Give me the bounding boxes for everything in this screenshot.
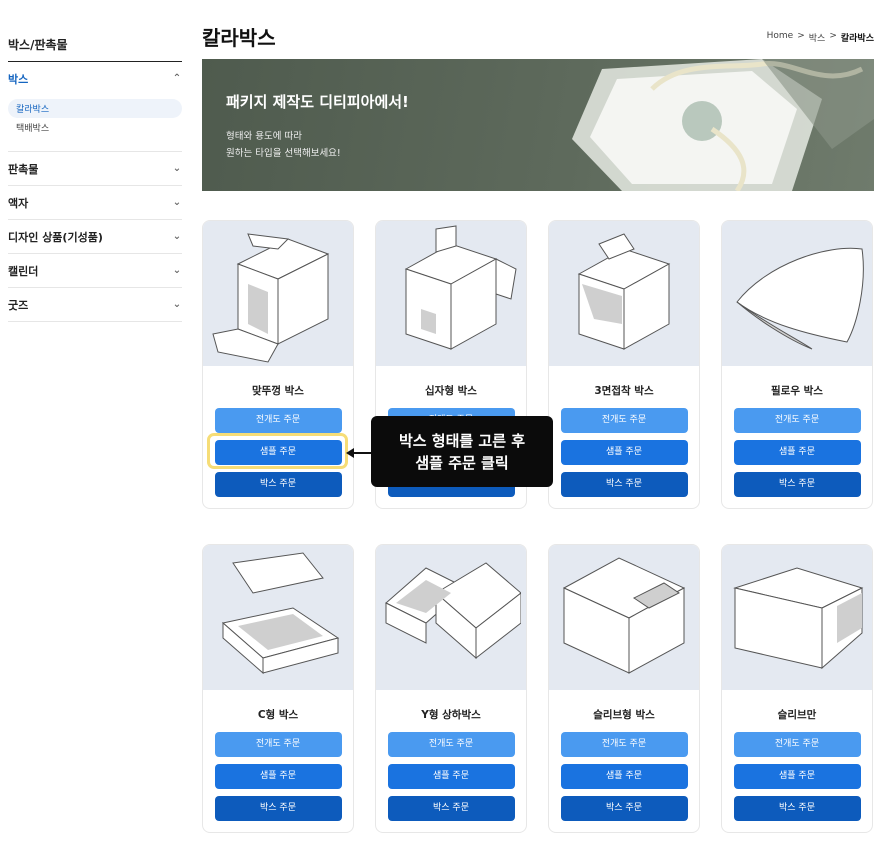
sidebar-item-goods[interactable]: 굿즈 ⌄ [8,288,182,321]
sidebar-item-frame[interactable]: 액자 ⌄ [8,186,182,219]
sidebar-subitem-delivery-box[interactable]: 택배박스 [8,118,182,137]
chevron-down-icon: ⌄ [172,265,182,276]
box-order-button[interactable]: 박스 주문 [560,472,688,497]
dieline-order-button[interactable]: 전개도 주문 [560,408,688,433]
dieline-order-button[interactable]: 전개도 주문 [733,732,861,757]
sample-order-button[interactable]: 샘플 주문 [560,440,688,465]
banner-subtext-line: 원하는 타입을 선택해보세요! [226,148,341,159]
sidebar-section-frame: 액자 ⌄ [8,186,182,220]
sample-order-button[interactable]: 샘플 주문 [560,764,688,789]
product-card: 3면접착 박스 전개도 주문 샘플 주문 박스 주문 [548,220,700,509]
sidebar-subitem-color-box[interactable]: 칼라박스 [8,99,182,118]
breadcrumb-current: 칼라박스 [840,34,874,44]
card-image [549,545,699,690]
box-order-button[interactable]: 박스 주문 [733,472,861,497]
chevron-down-icon: ⌄ [172,163,182,174]
breadcrumb-box[interactable]: 박스 [809,31,826,44]
card-image [376,221,526,366]
sidebar-section-promo: 판촉물 ⌄ [8,152,182,186]
box-order-button[interactable]: 박스 주문 [387,796,515,821]
product-card: C형 박스 전개도 주문 샘플 주문 박스 주문 [202,544,354,833]
dieline-order-button[interactable]: 전개도 주문 [214,732,342,757]
card-image [549,221,699,366]
sidebar-title: 박스/판촉물 [8,28,182,62]
chevron-down-icon: ⌄ [172,299,182,310]
box-order-button[interactable]: 박스 주문 [733,796,861,821]
arrow-left-icon [346,448,374,458]
chevron-up-icon: ⌃ [172,73,182,84]
sidebar-section-calendar: 캘린더 ⌄ [8,254,182,288]
sidebar-item-label: 판촉물 [8,162,39,176]
breadcrumb-home[interactable]: Home [767,31,794,44]
banner-subtext: 형태와 용도에 따라 원하는 타입을 선택해보세요! [226,128,341,162]
dieline-order-button[interactable]: 전개도 주문 [733,408,861,433]
box-order-button[interactable]: 박스 주문 [560,796,688,821]
breadcrumb-separator: > [797,31,805,41]
sidebar: 박스/판촉물 박스 ⌃ 칼라박스 택배박스 판촉물 ⌄ 액자 ⌄ 디자인 상품(… [8,28,182,322]
product-name: 맞뚜껑 박스 [252,385,304,397]
sidebar-item-promo[interactable]: 판촉물 ⌄ [8,152,182,185]
sidebar-item-label: 굿즈 [8,298,29,312]
sample-order-button[interactable]: 샘플 주문 [387,764,515,789]
product-card: 맞뚜껑 박스 전개도 주문 샘플 주문 박스 주문 [202,220,354,509]
sample-order-button[interactable]: 샘플 주문 [214,764,342,789]
product-card: 필로우 박스 전개도 주문 샘플 주문 박스 주문 [721,220,873,509]
product-name: 3면접착 박스 [594,385,654,397]
sample-order-button[interactable]: 샘플 주문 [214,440,342,465]
box-order-button[interactable]: 박스 주문 [214,796,342,821]
card-image [722,545,872,690]
sidebar-item-calendar[interactable]: 캘린더 ⌄ [8,254,182,287]
sidebar-section-goods: 굿즈 ⌄ [8,288,182,322]
sidebar-item-label: 디자인 상품(기성품) [8,230,103,244]
product-name: 슬리브형 박스 [593,709,655,721]
box-order-button[interactable]: 박스 주문 [214,472,342,497]
cross-box-icon [404,224,517,350]
sidebar-item-label: 박스 [8,72,29,86]
sleeve-drawer-box-icon [562,556,686,674]
sidebar-item-label: 액자 [8,196,29,210]
sample-order-button[interactable]: 샘플 주문 [733,440,861,465]
package-photo-icon [572,59,874,191]
page-title: 칼라박스 [202,26,276,50]
product-name: 슬리브만 [777,709,817,721]
product-card: 슬리브만 전개도 주문 샘플 주문 박스 주문 [721,544,873,833]
dieline-order-button[interactable]: 전개도 주문 [214,408,342,433]
callout-line: 박스 형태를 고른 후 [398,431,526,450]
callout-line: 샘플 주문 클릭 [415,453,509,472]
sample-order-button[interactable]: 샘플 주문 [733,764,861,789]
product-name: Y형 상하박스 [421,709,481,721]
product-card: 슬리브형 박스 전개도 주문 샘플 주문 박스 주문 [548,544,700,833]
chevron-down-icon: ⌄ [172,197,182,208]
breadcrumb: Home > 박스 > 칼라박스 [767,31,874,44]
card-image [376,545,526,690]
card-image [722,221,872,366]
product-card: Y형 상하박스 전개도 주문 샘플 주문 박스 주문 [375,544,527,833]
c-type-box-icon [221,551,340,674]
hero-banner: 패키지 제작도 디티피아에서! 형태와 용도에 따라 원하는 타입을 선택해보세… [202,59,874,191]
card-image [203,545,353,690]
pillow-box-icon [736,247,864,349]
card-image [203,221,353,366]
sidebar-submenu: 칼라박스 택배박스 [8,95,182,151]
dieline-order-button[interactable]: 전개도 주문 [560,732,688,757]
banner-subtext-line: 형태와 용도에 따라 [226,131,302,142]
sidebar-section-design-goods: 디자인 상품(기성품) ⌄ [8,220,182,254]
three-side-box-icon [577,232,671,350]
product-name: C형 박스 [257,709,299,721]
lid-base-box-icon [385,561,521,659]
instruction-callout: 박스 형태를 고른 후 샘플 주문 클릭 [371,416,553,487]
product-name: 필로우 박스 [771,385,823,397]
sidebar-item-design-goods[interactable]: 디자인 상품(기성품) ⌄ [8,220,182,253]
tuck-box-icon [212,232,330,363]
product-name: 십자형 박스 [425,385,477,397]
chevron-down-icon: ⌄ [172,231,182,242]
breadcrumb-separator: > [829,31,837,41]
dieline-order-button[interactable]: 전개도 주문 [387,732,515,757]
banner-heading: 패키지 제작도 디티피아에서! [226,93,409,111]
sidebar-item-label: 캘린더 [8,264,39,278]
sleeve-only-icon [733,566,864,669]
sidebar-item-box[interactable]: 박스 ⌃ [8,62,182,95]
sidebar-section-box: 박스 ⌃ 칼라박스 택배박스 [8,62,182,152]
